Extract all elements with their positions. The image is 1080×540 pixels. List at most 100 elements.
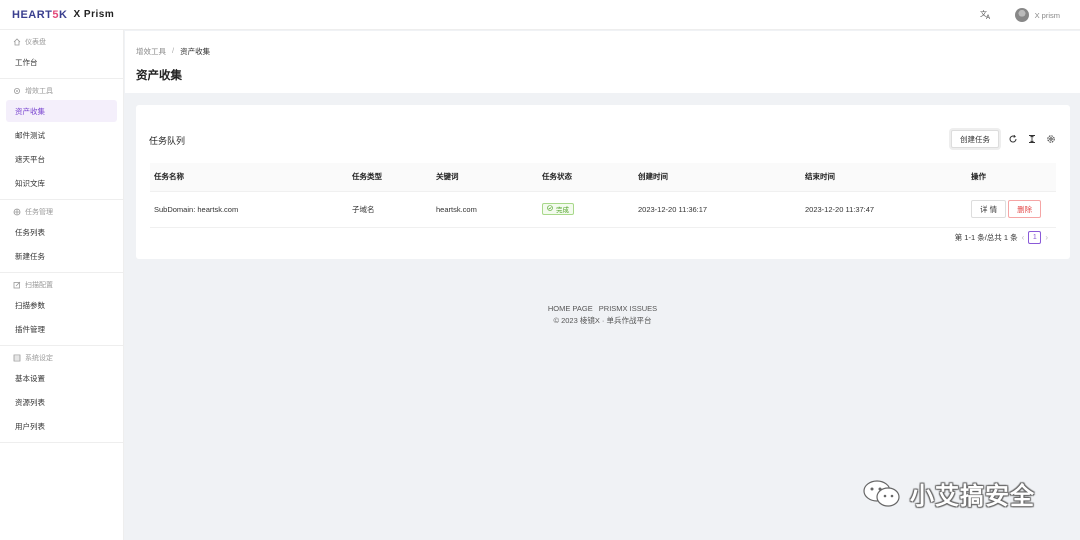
avatar[interactable] bbox=[1014, 8, 1029, 22]
row-actions: 详 情 删除 bbox=[971, 200, 1056, 218]
column-height-icon[interactable] bbox=[1027, 134, 1037, 144]
status-text: 完成 bbox=[556, 207, 569, 214]
sidebar-group-system-settings: 系统设定 基本设置 资源列表 用户列表 bbox=[0, 346, 123, 443]
sidebar-group-title: 系统设定 bbox=[0, 350, 123, 365]
footer-links: HOME PAGE PRISMX ISSUES bbox=[125, 303, 1080, 315]
col-header-end-time[interactable]: 结束时间 bbox=[801, 163, 967, 192]
gear-icon bbox=[13, 87, 21, 95]
col-header-created-time[interactable]: 创建时间 bbox=[634, 163, 801, 192]
breadcrumb-parent[interactable]: 增效工具 bbox=[136, 46, 166, 57]
sidebar-group-label: 任务管理 bbox=[25, 208, 53, 216]
chevron-left-icon[interactable]: ‹ bbox=[1022, 233, 1025, 242]
sidebar-item-label: 任务列表 bbox=[15, 227, 45, 237]
sidebar-item-asset-collection[interactable]: 资产收集 bbox=[6, 100, 117, 122]
sidebar-item-scan-params[interactable]: 扫描参数 bbox=[6, 294, 117, 316]
card-toolbar: 创建任务 bbox=[951, 130, 1056, 148]
detail-button[interactable]: 详 情 bbox=[971, 200, 1007, 218]
card-title: 任务队列 bbox=[149, 136, 186, 146]
sidebar-group-scan-config: 扫描配置 扫描参数 插件管理 bbox=[0, 273, 123, 346]
breadcrumb: 增效工具 / 资产收集 bbox=[136, 46, 210, 57]
refresh-icon[interactable] bbox=[1008, 134, 1018, 144]
logo[interactable]: HEART5K X Prism bbox=[12, 9, 114, 21]
page-title: 资产收集 bbox=[136, 70, 182, 82]
logo-brand: HEART5K bbox=[12, 9, 67, 21]
translate-icon[interactable]: 文A bbox=[979, 8, 993, 22]
svg-text:A: A bbox=[986, 14, 991, 20]
sidebar-group-dashboard: 仪表盘 工作台 bbox=[0, 30, 123, 79]
sidebar-group-title: 增效工具 bbox=[0, 83, 123, 98]
sidebar-group-label: 仪表盘 bbox=[25, 38, 46, 46]
footer-link-issues[interactable]: PRISMX ISSUES bbox=[599, 304, 657, 313]
product-name: X Prism bbox=[73, 9, 115, 20]
sidebar-group-tools: 增效工具 资产收集 邮件测试 遮天平台 知识文库 bbox=[0, 79, 123, 200]
cell-actions: 详 情 删除 bbox=[967, 191, 1056, 228]
sidebar-item-mail-test[interactable]: 邮件测试 bbox=[6, 124, 117, 146]
col-header-task-type[interactable]: 任务类型 bbox=[348, 163, 432, 192]
sidebar-item-label: 基本设置 bbox=[15, 373, 45, 383]
task-icon bbox=[13, 208, 21, 216]
sidebar-item-basic-settings[interactable]: 基本设置 bbox=[6, 367, 117, 389]
top-right-tools: 文A X prism bbox=[979, 0, 1060, 30]
sidebar-group-task-management: 任务管理 任务列表 新建任务 bbox=[0, 200, 123, 273]
top-bar: HEART5K X Prism 文A X prism bbox=[0, 0, 1080, 30]
cell-created-time: 2023-12-20 11:36:17 bbox=[634, 191, 801, 228]
footer-link-home[interactable]: HOME PAGE bbox=[548, 304, 593, 313]
watermark-text: 小艾搞安全 bbox=[910, 483, 1035, 510]
home-icon bbox=[13, 37, 21, 46]
sidebar-item-label: 工作台 bbox=[15, 57, 38, 67]
breadcrumb-separator: / bbox=[172, 46, 175, 55]
sidebar-item-label: 知识文库 bbox=[15, 178, 45, 188]
sidebar-group-title: 任务管理 bbox=[0, 204, 123, 219]
sidebar-item-task-list[interactable]: 任务列表 bbox=[6, 221, 117, 243]
sidebar-item-new-task[interactable]: 新建任务 bbox=[6, 245, 117, 267]
watermark: 小艾搞安全 bbox=[860, 476, 1035, 511]
sidebar-group-label: 扫描配置 bbox=[25, 281, 53, 289]
sidebar-item-user-list[interactable]: 用户列表 bbox=[6, 415, 117, 437]
sidebar-group-label: 增效工具 bbox=[25, 87, 53, 95]
status-badge: 完成 bbox=[542, 203, 574, 215]
pagination: 第 1-1 条/总共 1 条 ‹ 1 › bbox=[955, 231, 1052, 244]
sidebar-item-label: 用户列表 bbox=[15, 421, 45, 431]
sidebar-item-workbench[interactable]: 工作台 bbox=[6, 51, 117, 73]
delete-button[interactable]: 删除 bbox=[1008, 200, 1042, 218]
task-queue-card: 任务队列 创建任务 任务名称 任务类型 关键词 任务状态 创建时间 结束时间 操… bbox=[136, 105, 1070, 259]
sidebar-item-label: 邮件测试 bbox=[15, 130, 45, 140]
table-row: SubDomain: heartsk.com 子域名 heartsk.com 完… bbox=[150, 191, 1056, 228]
wechat-icon bbox=[863, 479, 900, 507]
sidebar-item-label: 插件管理 bbox=[15, 324, 45, 334]
edit-icon bbox=[13, 281, 21, 289]
sidebar-item-label: 资源列表 bbox=[15, 397, 45, 407]
breadcrumb-current: 资产收集 bbox=[180, 47, 211, 56]
sidebar-item-label: 遮天平台 bbox=[15, 154, 45, 164]
logo-brand-part: HEART bbox=[12, 8, 53, 21]
cell-end-time: 2023-12-20 11:37:47 bbox=[801, 191, 967, 228]
settings-gear-icon[interactable] bbox=[1046, 134, 1056, 144]
chevron-right-icon[interactable]: › bbox=[1045, 233, 1048, 242]
cell-keyword: heartsk.com bbox=[432, 191, 538, 228]
page-number-button[interactable]: 1 bbox=[1028, 231, 1042, 244]
sidebar-group-title: 扫描配置 bbox=[0, 277, 123, 292]
col-header-task-name[interactable]: 任务名称 bbox=[150, 163, 348, 192]
sidebar-item-label: 新建任务 bbox=[15, 251, 45, 261]
sidebar-item-label: 扫描参数 bbox=[15, 300, 45, 310]
col-header-keyword[interactable]: 关键词 bbox=[432, 163, 538, 192]
user-name[interactable]: X prism bbox=[1035, 11, 1060, 20]
cell-task-type: 子域名 bbox=[348, 191, 432, 228]
col-header-task-status[interactable]: 任务状态 bbox=[538, 163, 634, 192]
sidebar: 仪表盘 工作台 增效工具 资产收集 邮件测试 遮天平台 知识文库 任务管理 任务… bbox=[0, 30, 124, 540]
sidebar-item-resource-list[interactable]: 资源列表 bbox=[6, 391, 117, 413]
sidebar-item-zhetian-platform[interactable]: 遮天平台 bbox=[6, 148, 117, 170]
cell-task-status: 完成 bbox=[538, 191, 634, 228]
check-circle-icon bbox=[547, 205, 553, 213]
sidebar-item-knowledge-base[interactable]: 知识文库 bbox=[6, 172, 117, 194]
create-task-button[interactable]: 创建任务 bbox=[951, 130, 999, 148]
cell-task-name: SubDomain: heartsk.com bbox=[150, 191, 348, 228]
sidebar-item-plugin-management[interactable]: 插件管理 bbox=[6, 318, 117, 340]
pagination-summary: 第 1-1 条/总共 1 条 bbox=[954, 233, 1018, 242]
settings-icon bbox=[13, 354, 21, 362]
footer: HOME PAGE PRISMX ISSUES © 2023 棱镜X · 单兵作… bbox=[125, 303, 1080, 327]
sidebar-group-label: 系统设定 bbox=[25, 354, 53, 362]
table-header-row: 任务名称 任务类型 关键词 任务状态 创建时间 结束时间 操作 bbox=[150, 163, 1056, 192]
logo-brand-part: K bbox=[59, 8, 68, 21]
sidebar-item-label: 资产收集 bbox=[15, 106, 45, 116]
